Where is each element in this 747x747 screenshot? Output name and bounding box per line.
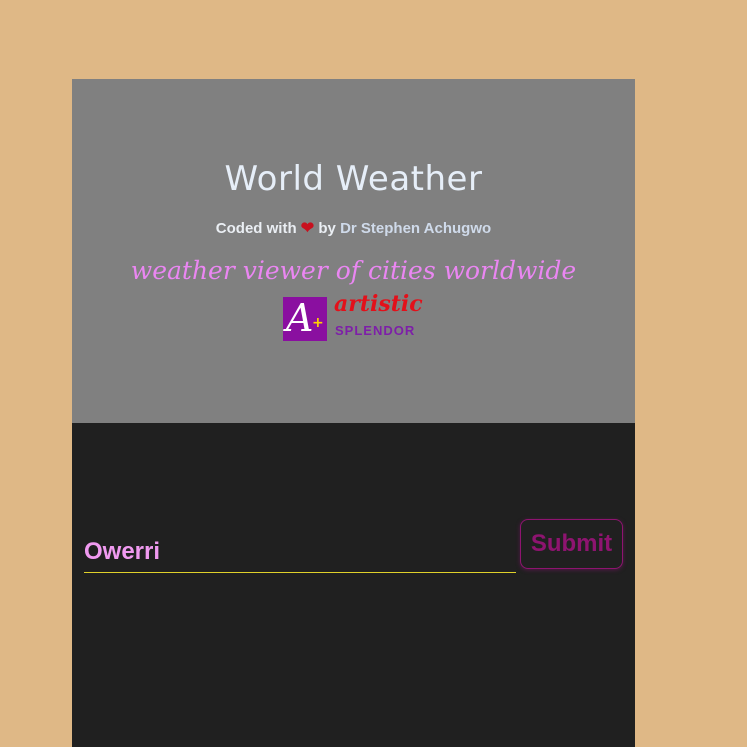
submit-button[interactable]: Submit	[520, 519, 623, 569]
tagline: weather viewer of cities worldwide	[130, 256, 577, 285]
credit-line: Coded with ❤ by Dr Stephen Achugwo	[72, 218, 635, 238]
credit-author: Dr Stephen Achugwo	[340, 220, 492, 237]
credit-prefix: Coded with	[215, 220, 297, 237]
artistic-splendor-logo: A + artistic SPLENDOR	[283, 291, 423, 343]
logo-word: artistic	[334, 291, 423, 317]
weather-app: World Weather Coded with ❤ by Dr Stephen…	[72, 79, 635, 747]
credit-by: by	[318, 220, 336, 237]
logo-subtitle: SPLENDOR	[335, 323, 416, 338]
logo-mark: A +	[283, 296, 327, 341]
logo-plus: +	[312, 315, 324, 331]
page-title: World Weather	[224, 159, 483, 199]
heart-icon: ❤	[300, 220, 315, 237]
city-input[interactable]	[84, 531, 516, 573]
app-header: World Weather Coded with ❤ by Dr Stephen…	[72, 79, 635, 423]
search-panel: Submit	[72, 423, 635, 747]
logo-letter: A	[286, 296, 314, 340]
